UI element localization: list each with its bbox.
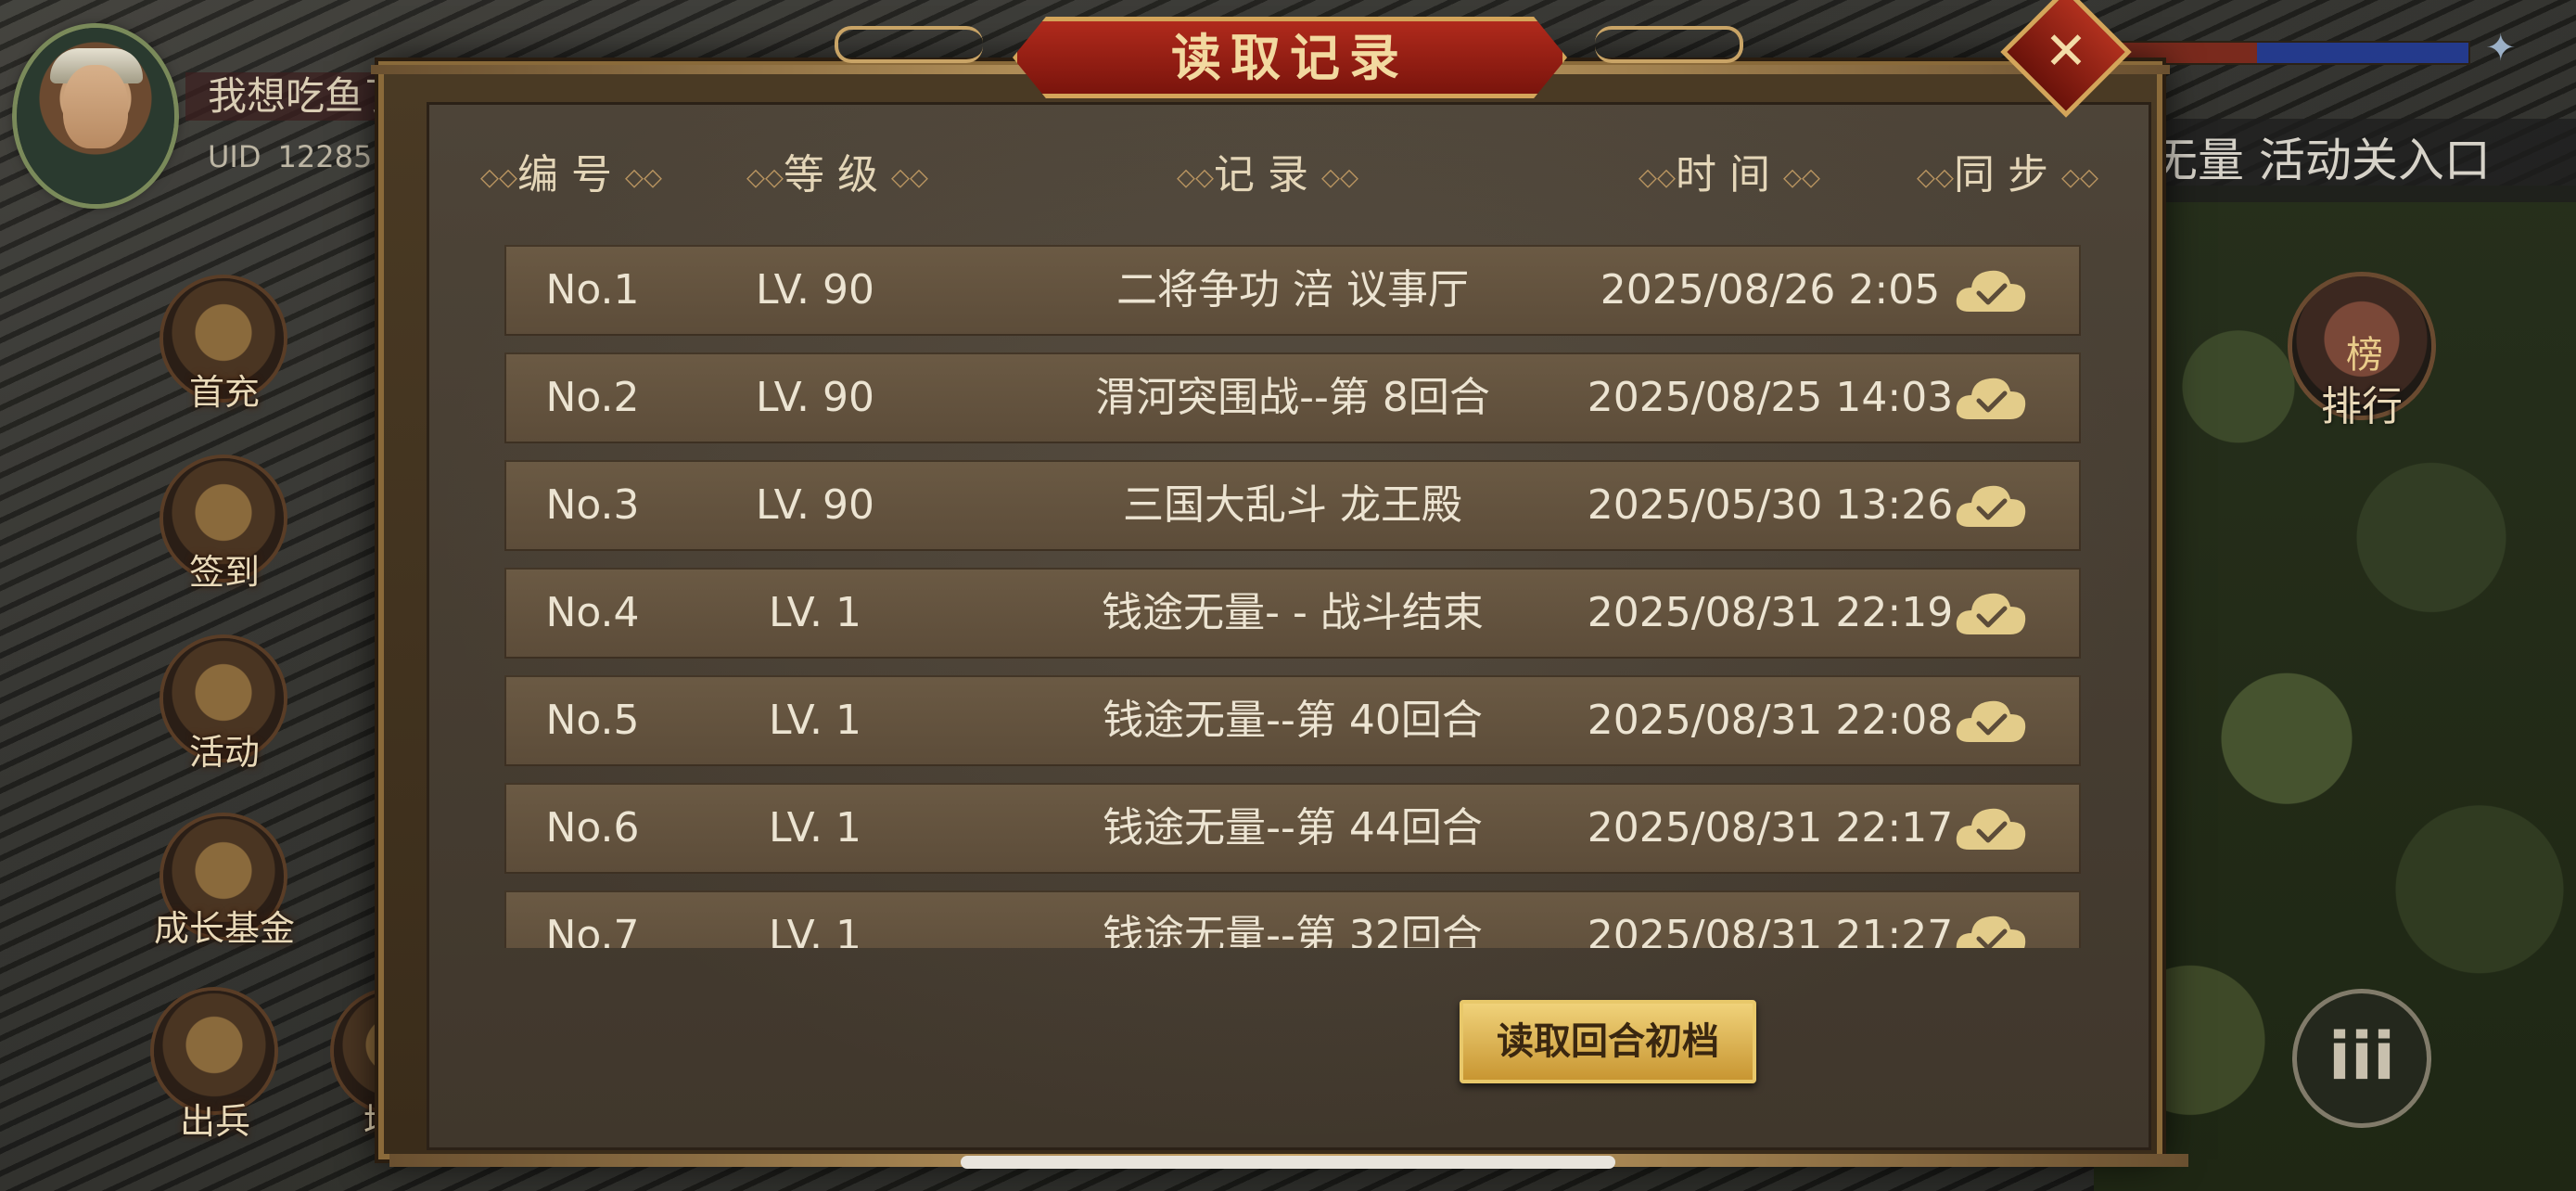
record-row[interactable]: No.1 LV. 90 二将争功 涪 议事厅 2025/08/26 2:05 (504, 245, 2081, 336)
record-row[interactable]: No.3 LV. 90 三国大乱斗 龙王殿 2025/05/30 13:26 (504, 460, 2081, 551)
resource-bar (2114, 41, 2470, 65)
record-level: LV. 1 (768, 912, 862, 948)
record-number: No.3 (545, 481, 640, 529)
record-row[interactable]: No.4 LV. 1 钱途无量- - 战斗结束 2025/08/31 22:19 (504, 568, 2081, 659)
diamond-ornament-icon: ◇◇ (1917, 163, 1954, 192)
cloud-check-icon (1956, 808, 2026, 850)
header-sync-label: 同步 (1954, 151, 2061, 198)
header-number-label: 编号 (517, 151, 625, 198)
menu-button[interactable]: iii (2292, 989, 2431, 1128)
growth-fund-label: 成长基金 (153, 908, 295, 949)
close-icon[interactable]: ✕ (2020, 6, 2112, 98)
record-level: LV. 1 (768, 697, 862, 744)
header-sync: ◇◇同步◇◇ (1910, 141, 2105, 200)
diamond-ornament-icon: ◇◇ (1783, 163, 1820, 192)
title-ornament-right (1595, 26, 1743, 63)
diamond-ornament-icon: ◇◇ (480, 163, 517, 192)
diamond-ornament-icon: ◇◇ (2061, 163, 2098, 192)
diamond-ornament-icon: ◇◇ (1177, 163, 1214, 192)
header-record: ◇◇记录◇◇ (1170, 141, 1365, 200)
ranking-glyph: 榜 (2346, 334, 2383, 377)
record-level: LV. 1 (768, 804, 862, 852)
cloud-check-icon (1956, 700, 2026, 742)
record-row[interactable]: No.5 LV. 1 钱途无量--第 40回合 2025/08/31 22:08 (504, 675, 2081, 766)
diamond-ornament-icon: ◇◇ (746, 163, 784, 192)
dialog-title: 读取记录 (1171, 28, 1409, 87)
record-number: No.5 (545, 697, 640, 744)
sign-in-label: 签到 (188, 552, 260, 593)
title-ornament-left (835, 26, 983, 63)
record-list[interactable]: No.1 LV. 90 二将争功 涪 议事厅 2025/08/26 2:05 N… (504, 245, 2081, 948)
rank-badge-icon: ✦ (2485, 27, 2517, 70)
load-initial-round-button[interactable]: 读取回合初档 (1460, 1000, 1756, 1083)
cloud-check-icon (1956, 916, 2026, 948)
home-indicator[interactable] (961, 1156, 1615, 1169)
record-level: LV. 90 (755, 374, 875, 421)
player-avatar[interactable] (17, 28, 174, 204)
cloud-check-icon (1956, 485, 2026, 527)
cloud-check-icon (1956, 593, 2026, 634)
cloud-check-icon (1956, 270, 2026, 312)
diamond-ornament-icon: ◇◇ (1321, 163, 1358, 192)
first-recharge-label: 首充 (188, 372, 260, 413)
record-row[interactable]: No.6 LV. 1 钱途无量--第 44回合 2025/08/31 22:17 (504, 783, 2081, 874)
record-level: LV. 90 (755, 266, 875, 314)
record-number: No.1 (545, 266, 640, 314)
header-number: ◇◇编号◇◇ (478, 141, 664, 200)
event-entry-banner[interactable]: 无量 活动关入口 (2142, 119, 2576, 202)
record-number: No.2 (545, 374, 640, 421)
header-time: ◇◇时间◇◇ (1632, 141, 1827, 200)
activity-label: 活动 (188, 732, 260, 773)
record-row[interactable]: No.7 LV. 1 钱途无量--第 32回合 2025/08/31 21:27 (504, 890, 2081, 948)
record-number: No.6 (545, 804, 640, 852)
header-record-label: 记录 (1214, 151, 1321, 198)
record-level: LV. 1 (768, 589, 862, 636)
uid-label: UID (208, 139, 261, 174)
diamond-ornament-icon: ◇◇ (625, 163, 662, 192)
record-number: No.4 (545, 589, 640, 636)
deploy-label: 出兵 (179, 1101, 250, 1142)
cloud-check-icon (1956, 378, 2026, 419)
ranking-label: 排行 (2321, 383, 2403, 430)
header-level: ◇◇等级◇◇ (740, 141, 935, 200)
record-row[interactable]: No.2 LV. 90 渭河突围战--第 8回合 2025/08/25 14:0… (504, 352, 2081, 443)
diamond-ornament-icon: ◇◇ (891, 163, 928, 192)
avatar-face (63, 65, 128, 148)
record-number: No.7 (545, 912, 640, 948)
header-time-label: 时间 (1676, 151, 1783, 198)
record-level: LV. 90 (755, 481, 875, 529)
player-uid: UID 1228510 (185, 139, 410, 174)
header-level-label: 等级 (784, 151, 891, 198)
diamond-ornament-icon: ◇◇ (1639, 163, 1676, 192)
